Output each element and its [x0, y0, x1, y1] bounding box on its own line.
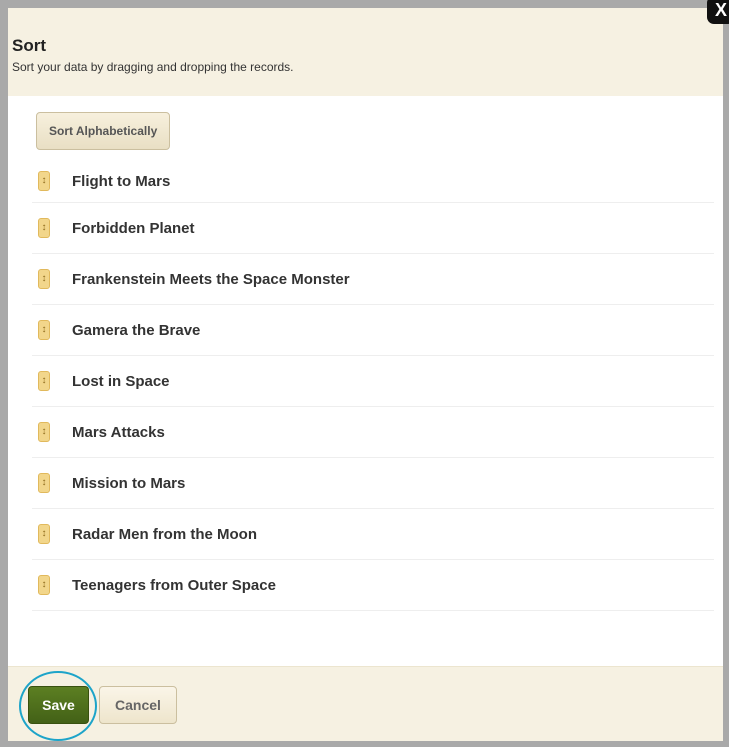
sortable-row[interactable]: ↕ Flight to Mars [32, 160, 714, 203]
record-label: Lost in Space [72, 372, 170, 390]
close-icon[interactable]: X [707, 0, 729, 24]
dialog-header: Sort Sort your data by dragging and drop… [8, 8, 723, 96]
record-label: Forbidden Planet [72, 219, 195, 237]
drag-handle-icon[interactable]: ↕ [38, 371, 50, 391]
drag-handle-icon[interactable]: ↕ [38, 422, 50, 442]
record-label: Radar Men from the Moon [72, 525, 258, 543]
record-label: Frankenstein Meets the Space Monster [72, 270, 350, 288]
record-label: Flight to Mars [72, 172, 171, 190]
sort-alphabetically-button[interactable]: Sort Alphabetically [36, 112, 171, 150]
dialog-footer: Save Cancel [8, 666, 723, 741]
record-label: Mission to Mars [72, 474, 186, 492]
drag-handle-icon[interactable]: ↕ [38, 171, 50, 191]
sortable-row[interactable]: ↕ Frankenstein Meets the Space Monster [32, 254, 714, 305]
dialog-subtitle: Sort your data by dragging and dropping … [12, 60, 294, 74]
sortable-row[interactable]: ↕ Radar Men from the Moon [32, 509, 714, 560]
dialog-title: Sort [12, 36, 46, 55]
drag-handle-icon[interactable]: ↕ [38, 320, 50, 340]
sort-dialog: Sort Sort your data by dragging and drop… [0, 0, 729, 747]
record-label: Teenagers from Outer Space [72, 576, 276, 594]
cancel-button[interactable]: Cancel [99, 686, 177, 724]
sortable-row[interactable]: ↕ Mars Attacks [32, 407, 714, 458]
sortable-record-list: ↕ Flight to Mars ↕ Forbidden Planet ↕ Fr… [32, 160, 714, 611]
drag-handle-icon[interactable]: ↕ [38, 473, 50, 493]
sortable-row[interactable]: ↕ Teenagers from Outer Space [32, 560, 714, 611]
sortable-row[interactable]: ↕ Gamera the Brave [32, 305, 714, 356]
sortable-row[interactable]: ↕ Forbidden Planet [32, 203, 714, 254]
drag-handle-icon[interactable]: ↕ [38, 575, 50, 595]
drag-handle-icon[interactable]: ↕ [38, 218, 50, 238]
sortable-row[interactable]: ↕ Mission to Mars [32, 458, 714, 509]
record-label: Mars Attacks [72, 423, 165, 441]
save-button[interactable]: Save [28, 686, 89, 724]
sortable-row[interactable]: ↕ Lost in Space [32, 356, 714, 407]
drag-handle-icon[interactable]: ↕ [38, 524, 50, 544]
drag-handle-icon[interactable]: ↕ [38, 269, 50, 289]
record-label: Gamera the Brave [72, 321, 201, 339]
